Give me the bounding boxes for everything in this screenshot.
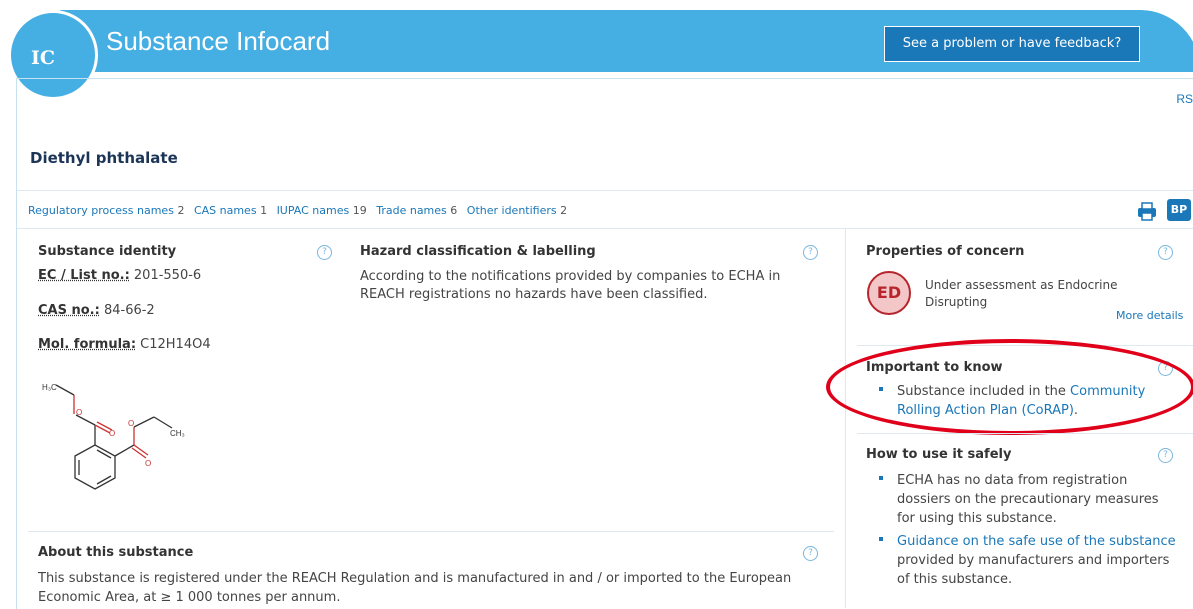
molecular-structure-image: O O O O H₃C CH₃ <box>42 383 185 490</box>
cas-value: 84-66-2 <box>103 303 155 318</box>
column-divider <box>845 228 846 608</box>
tab-count: 2 <box>177 204 185 217</box>
divider <box>28 531 834 532</box>
logo-text: IC <box>31 47 56 69</box>
tab-iupac-names[interactable]: IUPAC names 19 <box>277 204 373 217</box>
tab-label: Regulatory process names <box>28 204 174 217</box>
tab-label: Trade names <box>376 204 447 217</box>
bullet-icon <box>878 476 886 484</box>
page-title: Substance Infocard <box>106 26 331 56</box>
divider <box>17 228 1193 229</box>
about-heading: About this substance <box>38 545 194 560</box>
ec-label: EC / List no.: <box>38 268 130 283</box>
safe-use-line: ECHA has no data from registration <box>897 473 1128 488</box>
svg-text:O: O <box>145 459 151 468</box>
safe-use-line: provided by manufacturers and importers <box>897 553 1170 568</box>
tab-trade-names[interactable]: Trade names 6 <box>376 204 463 217</box>
svg-text:O: O <box>109 429 115 438</box>
substance-name: Diethyl phthalate <box>30 149 178 167</box>
about-text: This substance is registered under the R… <box>38 569 791 607</box>
about-text-line: This substance is registered under the R… <box>38 571 792 586</box>
safe-use-guidance-link[interactable]: Guidance on the safe use of the substanc… <box>897 532 1176 551</box>
safe-use-line: of this substance. <box>897 572 1013 587</box>
help-icon[interactable]: ? <box>1158 245 1173 260</box>
tab-count: 2 <box>560 204 568 217</box>
bullet-icon <box>878 537 886 545</box>
safe-use-line: for using this substance. <box>897 511 1057 526</box>
highlight-ellipse <box>826 339 1193 435</box>
tab-label: IUPAC names <box>276 204 350 217</box>
concern-text-line: Disrupting <box>925 295 988 309</box>
hazard-heading: Hazard classification & labelling <box>360 244 596 259</box>
identifier-tabs: Regulatory process names 2 CAS names 1 I… <box>28 204 573 217</box>
tab-label: CAS names <box>193 204 257 217</box>
concern-heading: Properties of concern <box>866 244 1025 259</box>
mol-formula: Mol. formula: C12H14O4 <box>38 337 211 352</box>
tab-cas-names[interactable]: CAS names 1 <box>194 204 273 217</box>
identity-heading: Substance identity <box>38 244 177 259</box>
h3c-label: H₃C <box>42 383 57 392</box>
bp-icon[interactable]: BP <box>1167 199 1191 221</box>
feedback-button[interactable]: See a problem or have feedback? <box>884 26 1140 62</box>
safe-use-item: ECHA has no data from registration dossi… <box>897 471 1159 528</box>
printer-icon[interactable] <box>1135 201 1159 221</box>
ec-value: 201-550-6 <box>133 268 202 283</box>
safe-use-item: Guidance on the safe use of the substanc… <box>897 532 1176 589</box>
tab-count: 1 <box>260 204 268 217</box>
tab-regulatory-process-names[interactable]: Regulatory process names 2 <box>28 204 190 217</box>
more-details-link[interactable]: More details <box>1116 309 1183 322</box>
tab-other-identifiers[interactable]: Other identifiers 2 <box>467 204 573 217</box>
ec-number: EC / List no.: 201-550-6 <box>38 268 201 283</box>
formula-label: Mol. formula: <box>38 337 137 352</box>
divider <box>17 190 1193 191</box>
endocrine-disruptor-badge[interactable]: ED <box>867 271 911 315</box>
tab-count: 6 <box>450 204 458 217</box>
tab-count: 19 <box>352 204 367 217</box>
svg-text:O: O <box>128 419 134 428</box>
formula-value: C12H14O4 <box>140 337 211 352</box>
svg-text:O: O <box>76 408 82 417</box>
about-text-line: Economic Area, at ≥ 1 000 tonnes per ann… <box>38 590 341 605</box>
cas-label: CAS no.: <box>38 303 100 318</box>
help-icon[interactable]: ? <box>803 546 818 561</box>
divider <box>857 433 1193 434</box>
safe-use-heading: How to use it safely <box>866 447 1012 462</box>
safe-use-line: dossiers on the precautionary measures <box>897 492 1159 507</box>
hazard-text: According to the notifications provided … <box>360 269 781 302</box>
help-icon[interactable]: ? <box>1158 448 1173 463</box>
tab-label: Other identifiers <box>466 204 557 217</box>
cas-number: CAS no.: 84-66-2 <box>38 303 155 318</box>
concern-text-line: Under assessment as Endocrine <box>925 278 1118 292</box>
ch3-label: CH₃ <box>170 429 185 438</box>
help-icon[interactable]: ? <box>317 245 332 260</box>
help-icon[interactable]: ? <box>803 245 818 260</box>
concern-text: Under assessment as Endocrine Disrupting <box>925 277 1118 311</box>
rss-link[interactable]: RS <box>1176 92 1193 106</box>
